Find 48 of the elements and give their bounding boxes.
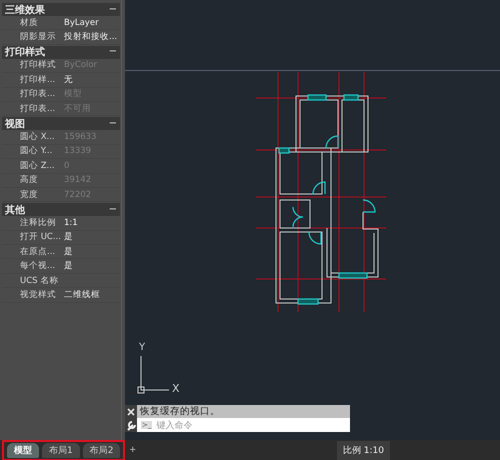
- command-placeholder: 键入命令: [156, 420, 192, 432]
- collapse-toggle[interactable]: −: [108, 118, 117, 129]
- collapse-toggle[interactable]: −: [108, 47, 117, 58]
- property-label: 每个视...: [20, 260, 56, 272]
- section-title: 打印样式: [5, 46, 45, 60]
- property-value[interactable]: 无: [64, 74, 73, 86]
- property-label: 材质: [20, 16, 39, 29]
- property-label: 注释比例: [20, 216, 57, 229]
- property-label: 打开 UC...: [20, 231, 62, 244]
- property-value[interactable]: ByLayer: [64, 18, 99, 28]
- property-value[interactable]: 1:1: [64, 218, 78, 228]
- property-label: UCS 名称: [20, 274, 60, 287]
- section-header[interactable]: 三维效果 −: [2, 3, 120, 16]
- property-value[interactable]: 是: [64, 231, 73, 244]
- section-header[interactable]: 视图 −: [2, 117, 120, 130]
- layout-tab[interactable]: 模型: [7, 442, 39, 458]
- property-label: 圆心 Y...: [20, 145, 54, 158]
- section-title: 其他: [5, 204, 25, 217]
- property-label: 在原点...: [20, 246, 56, 258]
- y-axis-label: Y: [139, 342, 146, 353]
- close-icon[interactable]: [126, 406, 136, 416]
- property-value[interactable]: 是: [64, 246, 73, 258]
- property-value[interactable]: 二维线框: [64, 288, 100, 301]
- collapse-toggle[interactable]: −: [108, 204, 117, 215]
- property-label: 宽度: [20, 188, 39, 201]
- property-value[interactable]: 投射和接收...: [64, 31, 118, 44]
- section-header[interactable]: 其他 −: [2, 203, 120, 216]
- section-title: 三维效果: [5, 3, 45, 16]
- section-title: 视图: [5, 118, 25, 131]
- wrench-icon[interactable]: [126, 420, 136, 430]
- collapse-toggle[interactable]: −: [108, 4, 117, 14]
- command-history: 恢复缓存的视口。: [137, 405, 350, 418]
- section-header[interactable]: 打印样式 −: [2, 46, 120, 59]
- scale-label[interactable]: 比例 1:10: [336, 440, 390, 460]
- property-value[interactable]: 是: [64, 260, 73, 272]
- property-label: 视觉样式: [20, 288, 57, 301]
- property-label: 打印表...: [20, 88, 56, 100]
- property-label: 打印样...: [20, 74, 56, 86]
- property-label: 圆心 Z...: [20, 160, 56, 172]
- property-label: 圆心 X...: [20, 131, 56, 144]
- layout-tab[interactable]: 布局2: [82, 442, 120, 458]
- layout-tab[interactable]: 布局1: [42, 442, 80, 458]
- x-axis-label: X: [172, 382, 180, 395]
- property-label: 阴影显示: [20, 31, 57, 44]
- add-tab-button[interactable]: +: [127, 444, 138, 456]
- property-label: 打印表...: [20, 102, 56, 115]
- property-label: 高度: [20, 174, 39, 186]
- property-label: 打印样式: [20, 59, 57, 72]
